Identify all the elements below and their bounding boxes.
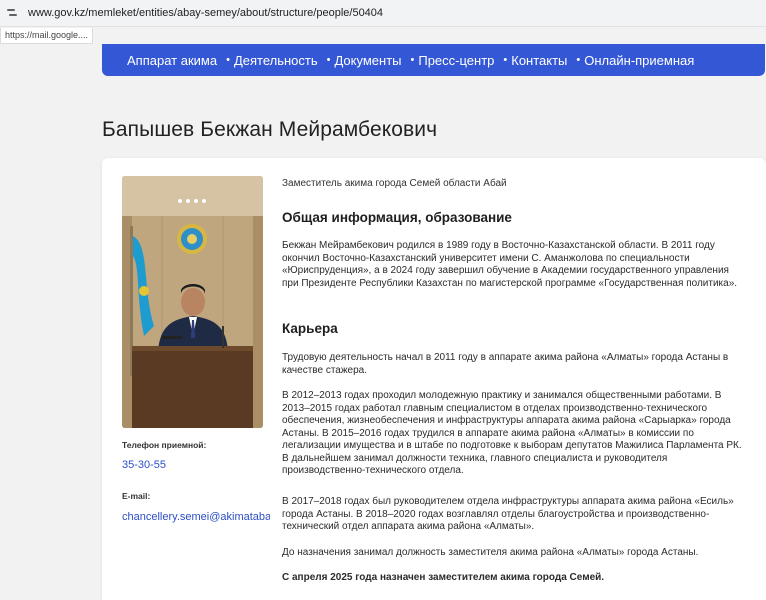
nav-item-contacts[interactable]: Контакты [511,53,567,68]
career-paragraph-1: Трудовую деятельность начал в 2011 году … [282,352,729,376]
nav-item-activity[interactable]: Деятельность [234,53,318,68]
nav-separator: • [226,54,230,66]
link-status-tooltip: https://mail.google.... [0,28,94,44]
phone-label: Телефон приемной: [122,440,207,450]
nav-separator: • [326,54,331,66]
browser-address-bar[interactable]: www.gov.kz/memleket/entities/abay-semey/… [0,0,766,27]
person-photo [122,176,263,428]
career-paragraph-4: До назначения занимал должность заместит… [282,547,699,558]
person-position: Заместитель акима города Семей области А… [282,178,507,189]
url-text[interactable]: www.gov.kz/memleket/entities/abay-semey/… [28,7,383,19]
nav-item-online-reception[interactable]: Онлайн-приемная [584,53,694,68]
email-label: E-mail: [122,491,151,501]
page-title: Бапышев Бекжан Мейрамбекович [102,118,438,141]
main-navbar: Аппарат акима • Деятельность • Документы… [102,44,765,76]
career-paragraph-2: В 2012–2013 годах проходил молодежную пр… [282,390,742,476]
nav-item-apparatus[interactable]: Аппарат акима [127,53,217,68]
career-paragraph-5: С апреля 2025 года назначен заместителем… [282,572,605,583]
person-card: Телефон приемной: 35-30-55 E-mail: chanc… [102,158,766,600]
nav-separator: • [410,54,415,66]
general-info-text: Бекжан Мейрамбекович родился в 1989 году… [282,240,738,289]
section-title-career: Карьера [282,321,338,336]
nav-separator: • [576,54,581,66]
phone-link[interactable]: 35-30-55 [122,459,262,471]
nav-item-press-center[interactable]: Пресс-центр [418,53,494,68]
site-settings-icon[interactable] [6,7,18,19]
career-paragraph-3: В 2017–2018 годах был руководителем отде… [282,496,734,532]
nav-separator: • [503,54,508,66]
section-title-general: Общая информация, образование [282,210,512,225]
email-link[interactable]: chancellery.semei@akimatabai.gov.kz [122,511,270,523]
nav-item-documents[interactable]: Документы [334,53,401,68]
